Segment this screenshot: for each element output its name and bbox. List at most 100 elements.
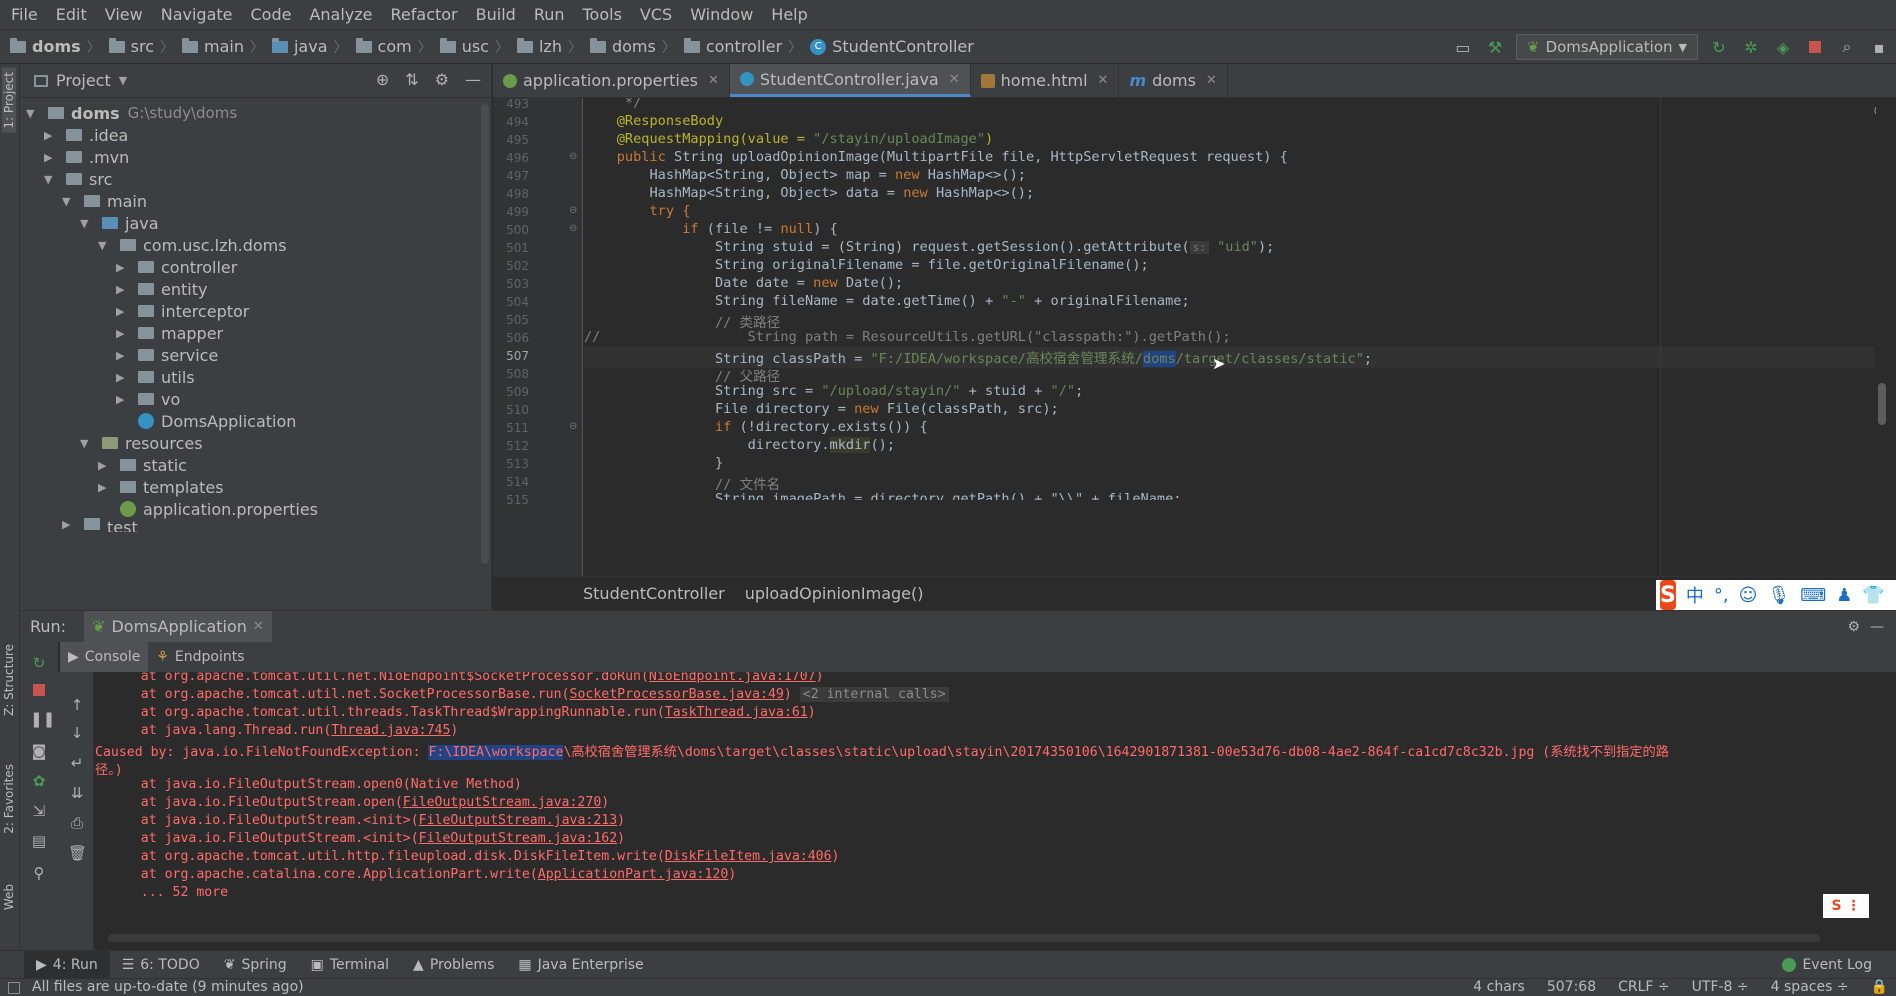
stacktrace-link[interactable]: FileOutputStream.java:162 [419, 831, 618, 846]
tool-tab-terminal[interactable]: ▣ Terminal [299, 951, 401, 979]
rerun-icon[interactable]: ↻ [1708, 36, 1730, 58]
breadcrumb-doms[interactable]: doms 〉 [6, 37, 105, 57]
breadcrumb-usc[interactable]: usc 〉 [436, 37, 513, 57]
stacktrace-link[interactable]: TaskThread.java:61 [665, 705, 808, 720]
tool-tab-favorites[interactable]: 2: Favorites [2, 764, 16, 834]
minimize-icon[interactable]: — [465, 70, 481, 89]
lock-icon[interactable]: 🔒 [1871, 979, 1888, 995]
chevron-down-icon[interactable]: ▼ [119, 74, 127, 87]
trash-icon[interactable]: 🗑 [68, 844, 87, 862]
arrow-up-icon[interactable]: ↑ [68, 696, 86, 714]
menu-refactor[interactable]: Refactor [382, 5, 467, 24]
arrow-down-icon[interactable]: ↓ [68, 724, 86, 742]
status-indent[interactable]: 4 spaces ÷ [1771, 979, 1849, 995]
build-hammer-icon[interactable]: ⚒ [1484, 36, 1506, 58]
code-editor[interactable]: */ @ResponseBody @RequestMapping(value =… [584, 98, 1874, 576]
layout-icon[interactable]: ▤ [30, 832, 48, 850]
menu-code[interactable]: Code [242, 5, 301, 24]
search-icon[interactable]: ⌕ [1836, 36, 1858, 58]
tool-tab-spring[interactable]: ❦ Spring [212, 951, 299, 979]
fold-marker-icon[interactable]: ⊖ [569, 223, 577, 234]
pause-icon[interactable]: ❚❚ [30, 710, 55, 728]
menu-analyze[interactable]: Analyze [300, 5, 381, 24]
tool-tab-java-enterprise[interactable]: ▦ Java Enterprise [506, 951, 655, 979]
settings-gear-icon[interactable]: ✿ [30, 772, 48, 790]
more-icon[interactable]: ▪ [1868, 36, 1890, 58]
window-icon[interactable]: ▭ [1452, 36, 1474, 58]
tool-tab-problems[interactable]: ▲ Problems [401, 951, 506, 979]
tool-tab-web[interactable]: Web [2, 884, 16, 910]
menu-file[interactable]: File [2, 5, 47, 24]
breadcrumb-class[interactable]: StudentController [583, 584, 725, 603]
keyboard-icon[interactable]: ⌨ [1800, 585, 1826, 606]
stacktrace-link[interactable]: FileOutputStream.java:213 [419, 813, 618, 828]
breadcrumb-java[interactable]: java 〉 [268, 37, 352, 57]
close-icon[interactable]: ✕ [708, 73, 719, 88]
run-tab-domsapplication[interactable]: ❦ DomsApplication ✕ [84, 610, 272, 643]
event-log-button[interactable]: Event Log [1782, 951, 1872, 979]
fold-marker-icon[interactable]: ⊖ [569, 151, 577, 162]
coverage-icon[interactable]: ◈ [1772, 36, 1794, 58]
stacktrace-link[interactable]: DiskFileItem.java:406 [665, 849, 832, 864]
breadcrumb-main[interactable]: main 〉 [178, 37, 268, 57]
console-horizontal-scrollbar[interactable] [108, 934, 1820, 942]
status-square-icon[interactable] [8, 982, 20, 994]
menu-run[interactable]: Run [525, 5, 574, 24]
status-line-separator[interactable]: CRLF ÷ [1618, 979, 1670, 995]
fold-marker-icon[interactable]: ⊖ [569, 421, 577, 432]
tab-studentcontroller-java[interactable]: StudentController.java ✕ [729, 64, 971, 97]
breadcrumb-method[interactable]: uploadOpinionImage() [745, 584, 924, 603]
menu-build[interactable]: Build [467, 5, 525, 24]
rerun-icon[interactable]: ↻ [30, 654, 48, 672]
user-icon[interactable]: ♟ [1836, 585, 1852, 606]
debug-bug-icon[interactable]: ✲ [1740, 36, 1762, 58]
breadcrumb-controller[interactable]: controller 〉 [680, 37, 806, 57]
menu-view[interactable]: View [96, 5, 152, 24]
stacktrace-link[interactable]: NioEndpoint.java:1707 [649, 672, 816, 684]
shirt-icon[interactable]: 👕 [1862, 585, 1884, 606]
breadcrumb-lzh[interactable]: lzh 〉 [513, 37, 586, 57]
camera-icon[interactable]: ◙ [30, 742, 48, 760]
tree-item-test[interactable]: ▶ test [62, 518, 138, 532]
status-message[interactable]: All files are up-to-date (9 minutes ago) [32, 979, 304, 995]
stacktrace-link[interactable]: ApplicationPart.java:120 [538, 867, 729, 882]
gear-icon[interactable]: ⚙ [1847, 619, 1860, 635]
print-icon[interactable]: ⎙ [68, 814, 86, 832]
sogou-mini-icon[interactable]: S ⋮ [1823, 894, 1869, 918]
ime-language[interactable]: 中 [1686, 582, 1704, 608]
tab-home-html[interactable]: home.html ✕ [971, 64, 1120, 97]
tab-doms[interactable]: m doms ✕ [1119, 64, 1228, 97]
gear-icon[interactable]: ⚙ [435, 70, 449, 89]
project-panel-title[interactable]: Project [56, 71, 111, 90]
project-scrollbar[interactable] [481, 104, 489, 564]
tool-tab-todo[interactable]: ☰ 6: TODO [110, 951, 212, 979]
breadcrumb-com[interactable]: com 〉 [352, 37, 436, 57]
editor-scroll-thumb[interactable] [1878, 383, 1886, 425]
breadcrumb-doms-pkg[interactable]: doms 〉 [586, 37, 680, 57]
console-output[interactable]: at org.apache.tomcat.util.net.NioEndpoin… [95, 672, 1881, 950]
tab-application-properties[interactable]: application.properties ✕ [493, 64, 730, 97]
collapse-all-icon[interactable]: ⇅ [405, 70, 418, 89]
tool-tab-run[interactable]: ▶ 4: Run [24, 950, 110, 979]
stacktrace-link[interactable]: SocketProcessorBase.java:49 [570, 687, 784, 702]
stacktrace-link[interactable]: FileOutputStream.java:270 [403, 795, 602, 810]
close-icon[interactable]: ✕ [949, 72, 960, 87]
menu-edit[interactable]: Edit [47, 5, 96, 24]
status-encoding[interactable]: UTF-8 ÷ [1692, 979, 1749, 995]
stop-icon[interactable] [1804, 36, 1826, 58]
minimize-icon[interactable]: — [1870, 619, 1884, 635]
menu-navigate[interactable]: Navigate [152, 5, 242, 24]
internal-calls-fold[interactable]: <2 internal calls> [799, 687, 949, 702]
punctuation-icon[interactable]: °, [1714, 585, 1729, 606]
subtab-console[interactable]: ▶ Console [60, 642, 149, 672]
menu-help[interactable]: Help [762, 5, 816, 24]
tree-item-application-properties[interactable]: application.properties [120, 496, 318, 522]
fold-marker-icon[interactable]: ⊖ [569, 205, 577, 216]
run-configuration-select[interactable]: ❦ DomsApplication ▼ [1515, 34, 1698, 60]
menu-window[interactable]: Window [681, 5, 762, 24]
emoji-icon[interactable]: ☺ [1739, 585, 1758, 606]
close-icon[interactable]: ✕ [1098, 73, 1109, 88]
login-icon[interactable]: ⇲ [30, 802, 48, 820]
close-icon[interactable]: ✕ [1206, 73, 1217, 88]
status-caret-position[interactable]: 507:68 [1547, 979, 1596, 995]
